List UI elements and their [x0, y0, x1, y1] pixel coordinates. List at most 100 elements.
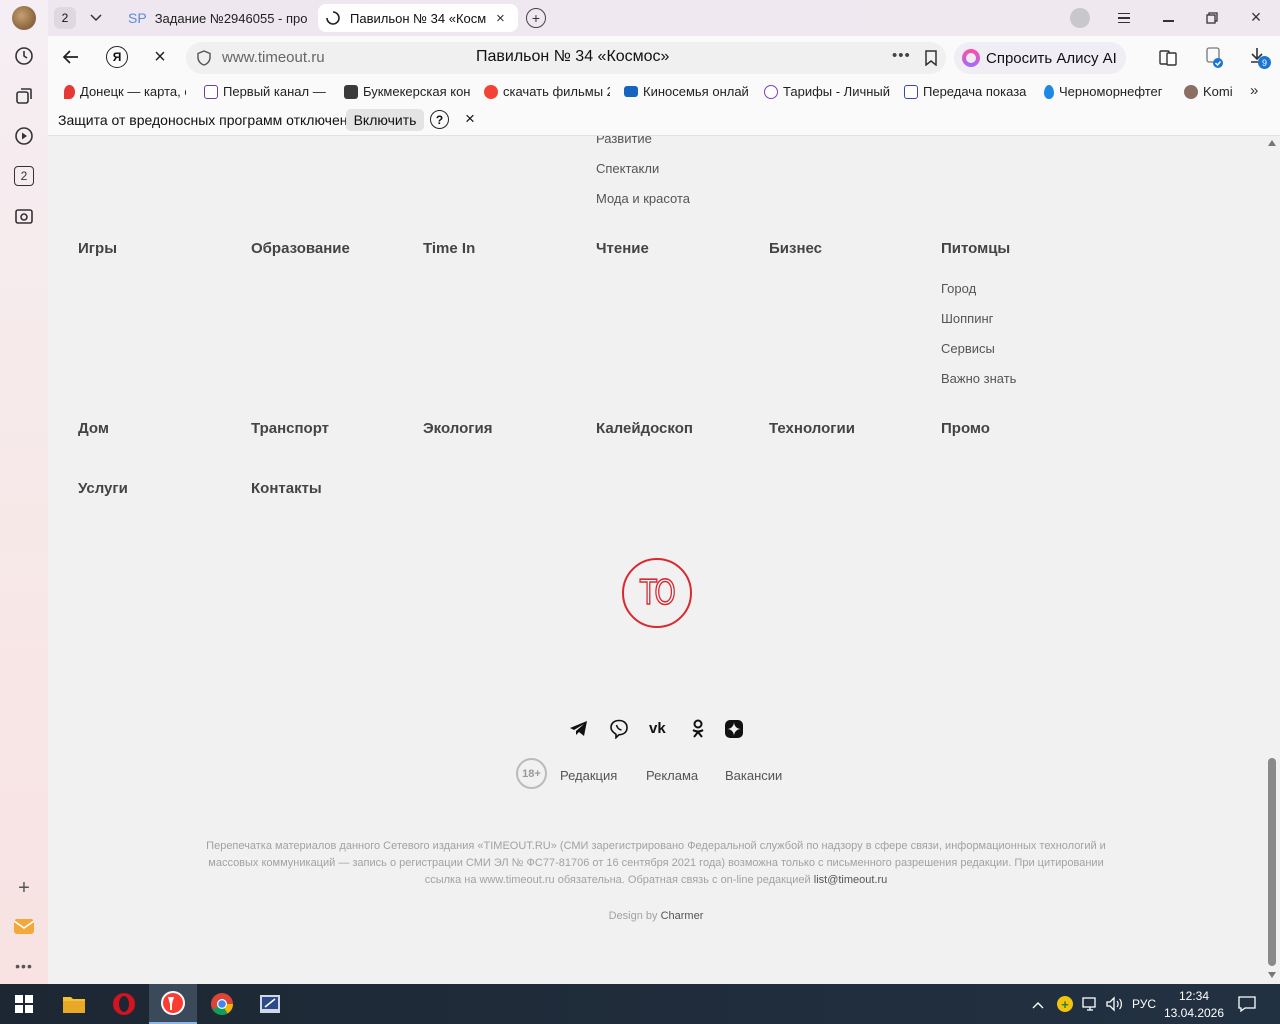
bookmark-item[interactable]: Передача показа: [904, 84, 1030, 99]
menu-link[interactable]: Мода и красота: [596, 191, 690, 206]
mail-icon[interactable]: [12, 914, 36, 938]
bookmark-item[interactable]: Первый канал — с: [204, 84, 326, 99]
scroll-down-arrow-icon[interactable]: [1268, 972, 1276, 978]
screenshot-icon[interactable]: [12, 204, 36, 228]
notifications-icon[interactable]: [1238, 995, 1256, 1013]
bookmark-item[interactable]: Киносемья онлай: [624, 84, 750, 99]
menu-link[interactable]: Город: [941, 281, 976, 296]
yandex-icon: [484, 84, 498, 99]
menu-heading-education[interactable]: Образование: [251, 240, 350, 257]
tab-list-chevron-icon[interactable]: [84, 7, 108, 29]
bookmark-item[interactable]: Букмекерская кон: [344, 84, 470, 99]
protect-extension-icon[interactable]: [1204, 46, 1226, 70]
page-scrollbar[interactable]: [1264, 136, 1280, 984]
viber-icon[interactable]: [609, 719, 629, 740]
tab-task[interactable]: SP Задание №2946055 - про: [120, 4, 310, 32]
profile-avatar[interactable]: [12, 6, 36, 30]
bookmark-item[interactable]: Донецк — карта, с: [64, 84, 186, 99]
menu-heading-transport[interactable]: Транспорт: [251, 420, 329, 437]
keyboard-language[interactable]: РУС: [1132, 997, 1156, 1011]
tab-count-badge[interactable]: 2: [12, 164, 36, 188]
timeout-logo[interactable]: TO: [622, 558, 692, 628]
enable-protection-button[interactable]: Включить: [346, 109, 424, 131]
browser-sidebar: 2 + •••: [0, 0, 48, 984]
yandex-browser-icon[interactable]: [149, 984, 197, 1024]
yandex-logo-icon[interactable]: Я: [106, 46, 128, 68]
menu-link[interactable]: Шоппинг: [941, 311, 993, 326]
menu-heading-technology[interactable]: Технологии: [769, 420, 855, 437]
more-dots-icon[interactable]: •••: [892, 47, 911, 64]
history-icon[interactable]: [12, 44, 36, 68]
vk-icon[interactable]: vk: [649, 721, 671, 736]
bookmark-item[interactable]: Черноморнефтег: [1044, 84, 1168, 99]
menu-heading-business[interactable]: Бизнес: [769, 240, 822, 257]
opera-icon[interactable]: [100, 984, 148, 1024]
menu-heading-promo[interactable]: Промо: [941, 420, 990, 437]
odnoklassniki-icon[interactable]: [691, 719, 705, 739]
telegram-icon[interactable]: [569, 720, 589, 738]
legal-email-link[interactable]: list@timeout.ru: [814, 874, 888, 886]
sp-favicon-icon: SP: [128, 10, 147, 26]
footer-link-advertising[interactable]: Реклама: [646, 768, 698, 783]
footer-link-editorial[interactable]: Редакция: [560, 768, 617, 783]
clock[interactable]: 12:34 13.04.2026: [1162, 988, 1226, 1022]
tab-close-icon[interactable]: ×: [496, 10, 505, 27]
restore-icon[interactable]: [1202, 8, 1222, 28]
url-bar[interactable]: www.timeout.ru Павильон № 34 «Космос» ••…: [186, 42, 946, 74]
menu-heading-ecology[interactable]: Экология: [423, 420, 493, 437]
tab-counter-button[interactable]: 2: [54, 7, 76, 29]
site-info-icon[interactable]: [196, 50, 212, 66]
account-icon[interactable]: [1070, 8, 1090, 28]
add-panel-icon[interactable]: +: [12, 876, 36, 900]
menu-heading-services[interactable]: Услуги: [78, 480, 128, 497]
menu-link[interactable]: Развитие: [596, 136, 652, 146]
menu-heading-contacts[interactable]: Контакты: [251, 480, 322, 497]
menu-link[interactable]: Сервисы: [941, 341, 995, 356]
ask-alice-button[interactable]: Спросить Алису AI: [954, 42, 1126, 74]
new-tab-button[interactable]: +: [526, 8, 546, 28]
dzen-icon[interactable]: [725, 720, 743, 738]
menu-heading-pets[interactable]: Питомцы: [941, 240, 1010, 257]
design-credit: Design by Charmer: [608, 910, 704, 922]
network-icon[interactable]: [1082, 996, 1100, 1012]
app-tool-icon[interactable]: [246, 984, 294, 1024]
footer-link-jobs[interactable]: Вакансии: [725, 768, 782, 783]
bookmaker-icon: [344, 84, 358, 99]
menu-heading-time-in[interactable]: Time In: [423, 240, 475, 257]
scrollbar-thumb[interactable]: [1268, 758, 1276, 966]
collections-icon[interactable]: [12, 84, 36, 108]
bookmark-item[interactable]: скачать фильмы 2: [484, 84, 610, 99]
menu-heading-home[interactable]: Дом: [78, 420, 109, 437]
bookmark-icon[interactable]: [924, 50, 938, 66]
stop-loading-icon[interactable]: ×: [150, 46, 170, 68]
tab-counter-label: 2: [61, 11, 69, 25]
reading-mode-icon[interactable]: [1158, 48, 1178, 68]
menu-heading-kaleidoscope[interactable]: Калейдоскоп: [596, 420, 693, 437]
video-play-icon[interactable]: [12, 124, 36, 148]
bookmark-item[interactable]: Komi: [1184, 84, 1236, 99]
file-explorer-icon[interactable]: [50, 984, 98, 1024]
menu-link[interactable]: Спектакли: [596, 161, 659, 176]
menu-icon[interactable]: [1114, 8, 1134, 28]
scroll-up-arrow-icon[interactable]: [1268, 140, 1276, 146]
menu-link[interactable]: Важно знать: [941, 371, 1016, 386]
help-icon[interactable]: ?: [430, 110, 449, 129]
bookmark-item[interactable]: Тарифы - Личный: [764, 84, 890, 99]
menu-heading-reading[interactable]: Чтение: [596, 240, 649, 257]
volume-icon[interactable]: [1105, 996, 1123, 1012]
more-icon[interactable]: •••: [12, 954, 36, 978]
menu-heading-games[interactable]: Игры: [78, 240, 117, 257]
infobar-close-icon[interactable]: ×: [462, 109, 478, 129]
design-credit-link[interactable]: Charmer: [661, 910, 704, 922]
minimize-icon[interactable]: [1158, 8, 1178, 28]
windows-start-icon[interactable]: [0, 984, 48, 1024]
tab-active[interactable]: Павильон № 34 «Косм ×: [318, 4, 518, 32]
tray-chevron-icon[interactable]: [1032, 996, 1046, 1010]
bookmarks-overflow-icon[interactable]: »: [1250, 82, 1258, 99]
tray-app-icon[interactable]: +: [1057, 996, 1073, 1012]
close-window-icon[interactable]: ×: [1246, 6, 1266, 28]
chrome-icon[interactable]: [198, 984, 246, 1024]
back-arrow-icon[interactable]: [62, 48, 82, 68]
tab-title: Павильон № 34 «Косм: [350, 10, 487, 26]
downloads-icon[interactable]: 9: [1248, 46, 1272, 70]
